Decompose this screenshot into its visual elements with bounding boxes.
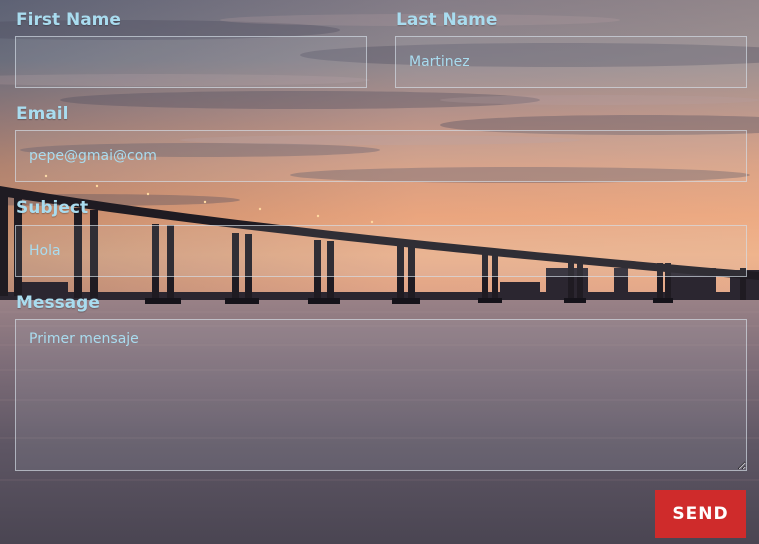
first-name-label: First Name <box>16 10 121 30</box>
contact-form: First Name Last Name Email Subject Messa… <box>0 0 759 544</box>
message-textarea[interactable]: Primer mensaje <box>15 319 747 471</box>
first-name-input[interactable] <box>15 36 367 88</box>
last-name-label: Last Name <box>396 10 498 30</box>
email-label: Email <box>16 104 69 124</box>
subject-input[interactable] <box>15 225 747 277</box>
last-name-input[interactable] <box>395 36 747 88</box>
message-label: Message <box>16 293 100 313</box>
subject-label: Subject <box>16 198 89 218</box>
send-button[interactable]: SEND <box>655 490 746 538</box>
email-input[interactable] <box>15 130 747 182</box>
